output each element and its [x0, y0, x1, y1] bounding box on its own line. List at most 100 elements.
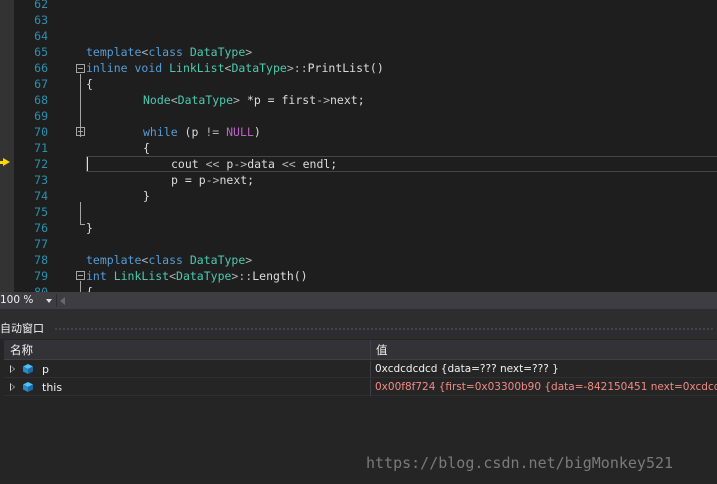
collapse-while-toggle[interactable]: [76, 127, 85, 136]
token: *p = first: [239, 93, 317, 107]
variable-cube-icon: [23, 364, 33, 374]
outline-guide-inner: [80, 137, 81, 202]
autos-titlebar[interactable]: 自动窗口: [0, 319, 717, 339]
variable-value[interactable]: 0x00f8f724 {first=0x03300b90 {data=-8421…: [375, 379, 717, 396]
scroll-left-icon[interactable]: [60, 297, 65, 305]
line-number: 70: [34, 125, 48, 139]
token: >: [245, 45, 253, 59]
token: ::: [293, 61, 308, 75]
token: while: [143, 125, 178, 139]
token: PrintList(): [307, 61, 384, 75]
autos-title: 自动窗口: [0, 322, 44, 335]
token: {: [86, 77, 93, 91]
token: <: [169, 269, 177, 283]
token: template: [86, 253, 142, 267]
collapse-length-toggle[interactable]: [76, 271, 85, 280]
editor-status-bar: 100 %: [0, 292, 717, 309]
token: class: [148, 253, 183, 267]
collapse-function-toggle[interactable]: [76, 64, 85, 73]
code-line-71[interactable]: {: [143, 140, 717, 156]
token: LinkList: [162, 61, 225, 75]
token: DataType: [176, 269, 232, 283]
token: endl;: [295, 157, 338, 171]
token: LinkList: [106, 269, 170, 283]
token: p: [219, 157, 234, 171]
token: class: [148, 45, 183, 59]
token: ->: [233, 157, 248, 171]
token: DataType: [182, 253, 246, 267]
column-header-name[interactable]: 名称: [10, 340, 33, 360]
expand-triangle-icon[interactable]: [10, 383, 15, 391]
token: void: [134, 61, 163, 75]
line-number: 63: [34, 13, 48, 27]
column-resize-handle[interactable]: [370, 340, 371, 360]
code-editor[interactable]: 62 63 64 65 66 67 68 69 70 71 72 73 74 7…: [0, 0, 717, 292]
code-line-79[interactable]: int LinkList<DataType>::Length(): [86, 268, 717, 284]
token: data: [247, 157, 282, 171]
code-line-67[interactable]: {: [86, 76, 717, 92]
variable-value[interactable]: 0xcdcdcdcd {data=??? next=??? }: [375, 361, 717, 378]
line-number: 62: [34, 0, 48, 11]
code-line-65[interactable]: template<class DataType>: [86, 44, 717, 60]
line-number: 68: [34, 93, 48, 107]
token: NULL: [226, 125, 254, 139]
code-line-78[interactable]: template<class DataType>: [86, 252, 717, 268]
panel-splitter[interactable]: [0, 309, 717, 319]
token: <<: [281, 157, 296, 171]
line-number: 73: [34, 173, 48, 187]
token: {: [143, 141, 150, 155]
zoom-level[interactable]: 100 %: [0, 292, 33, 309]
variable-name: this: [42, 381, 63, 394]
token: <: [170, 93, 178, 107]
token: >: [245, 253, 253, 267]
line-number: 69: [34, 109, 48, 123]
line-number: 71: [34, 141, 48, 155]
watermark: https://blog.csdn.net/bigMonkey521: [366, 454, 674, 472]
line-number-gutter: 62 63 64 65 66 67 68 69 70 71 72 73 74 7…: [14, 0, 52, 292]
chevron-down-icon[interactable]: [46, 299, 52, 303]
line-number-current: 72: [34, 157, 48, 171]
token: int: [86, 269, 107, 283]
drag-grip[interactable]: [54, 327, 713, 332]
line-number: 75: [34, 205, 48, 219]
token: ->: [316, 93, 330, 107]
column-divider: [370, 379, 371, 396]
code-line-68[interactable]: Node<DataType> *p = first->next;: [143, 92, 717, 108]
line-number: 66: [34, 61, 48, 75]
expand-triangle-icon[interactable]: [10, 365, 15, 373]
code-line-74[interactable]: }: [143, 188, 717, 204]
token: }: [143, 189, 150, 203]
code-line-66[interactable]: inline void LinkList<DataType>::PrintLis…: [86, 60, 717, 76]
column-divider: [370, 361, 371, 378]
outline-guide-end: [80, 224, 85, 225]
token: DataType: [231, 61, 287, 75]
line-number: 67: [34, 77, 48, 91]
text-caret: [87, 157, 88, 171]
token: DataType: [182, 45, 246, 59]
token: }: [86, 221, 93, 235]
line-number: 76: [34, 221, 48, 235]
autos-row-p[interactable]: p 0xcdcdcdcd {data=??? next=??? }: [4, 361, 717, 378]
divider: [56, 294, 57, 307]
code-line-70[interactable]: while (p != NULL): [143, 124, 717, 140]
code-line-80[interactable]: {: [86, 284, 717, 292]
line-number: 79: [34, 269, 48, 283]
code-line-76[interactable]: }: [86, 220, 717, 236]
token: next;: [219, 173, 255, 187]
column-header-value[interactable]: 值: [376, 340, 388, 360]
line-number: 64: [34, 29, 48, 43]
token: ::: [238, 269, 253, 283]
line-number: 77: [34, 237, 48, 251]
code-line-73[interactable]: p = p->next;: [171, 172, 717, 188]
token: inline: [86, 61, 128, 75]
token: !=: [205, 125, 220, 139]
token: DataType: [177, 93, 234, 107]
autos-row-this[interactable]: this 0x00f8f724 {first=0x03300b90 {data=…: [4, 379, 717, 396]
variable-cube-icon: [23, 382, 33, 392]
outline-guide: [80, 281, 81, 292]
token: cout: [171, 157, 206, 171]
token: next;: [330, 93, 365, 107]
code-line-72[interactable]: cout << p->data << endl;: [171, 156, 717, 172]
token: {: [86, 285, 93, 292]
token: p = p: [171, 173, 206, 187]
